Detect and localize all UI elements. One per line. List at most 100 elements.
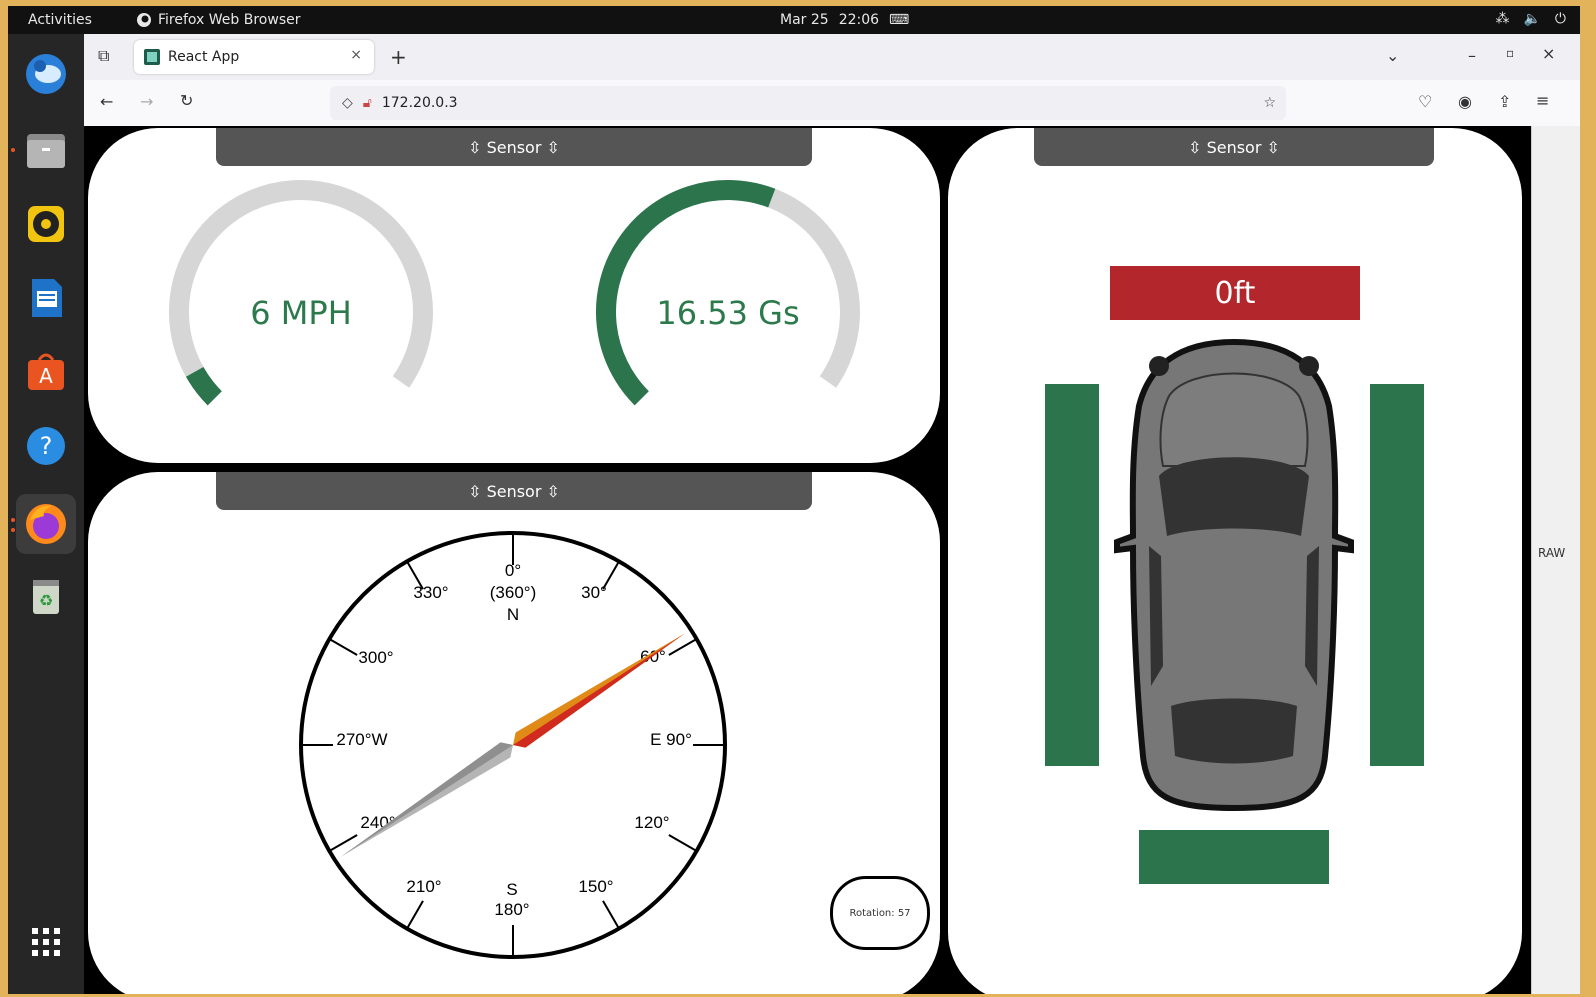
trash-icon: ♻ — [33, 580, 59, 614]
tab-overview-icon[interactable]: ⧉ — [98, 46, 109, 66]
clock[interactable]: Mar 25 22:06 ⌨ — [780, 12, 909, 28]
maximize-icon[interactable]: ▫ — [1506, 46, 1514, 60]
firefox-window: ⧉ React App × + ⌄ – ▫ × ← → ↻ ◇ 🔓︎ 172.2… — [84, 34, 1580, 994]
label-150: 150° — [578, 877, 613, 896]
speed-value: 6 MPH — [250, 294, 352, 332]
software-icon: A — [28, 353, 64, 390]
car-windshield — [1159, 457, 1309, 536]
car-right-headlight — [1299, 356, 1319, 376]
forward-icon[interactable]: → — [140, 92, 153, 111]
extensions-icon[interactable]: ⇪ — [1498, 92, 1511, 111]
label-n: N — [507, 605, 519, 624]
label-e90: E 90° — [650, 730, 692, 749]
pocket-icon[interactable]: ♡ — [1418, 92, 1432, 111]
needle-south-shade — [341, 742, 513, 857]
raw-side-tab[interactable]: RAW — [1531, 126, 1580, 994]
compass-tick — [328, 638, 358, 656]
tab-react-app[interactable]: React App × — [134, 40, 374, 74]
car-hood — [1159, 372, 1309, 467]
car-right-window — [1305, 546, 1319, 686]
app-menu[interactable]: Firefox Web Browser — [136, 12, 301, 28]
label-30: 30° — [581, 583, 607, 602]
label-330: 330° — [413, 583, 448, 602]
compass-tick — [602, 900, 620, 930]
account-icon[interactable]: ◉ — [1458, 92, 1472, 111]
writer-icon — [32, 279, 62, 317]
car-top-view — [1114, 338, 1354, 812]
activities-button[interactable]: Activities — [28, 12, 92, 28]
label-360: (360°) — [490, 583, 536, 602]
dock-writer[interactable] — [22, 274, 70, 322]
desktop: Activities Firefox Web Browser Mar 25 22… — [8, 6, 1580, 994]
left-sensor-bar — [1045, 384, 1099, 766]
dashboard-page: ⇳ Sensor ⇳ 6 MPH 16.53 Gs ⇳ Sensor ⇳ 0° … — [84, 126, 1580, 994]
label-0: 0° — [505, 561, 521, 580]
label-s: S — [506, 880, 517, 899]
app-grid-icon — [32, 928, 60, 956]
sensor-dropdown[interactable]: ⇳ Sensor ⇳ — [1034, 128, 1434, 166]
menu-icon[interactable]: ≡ — [1536, 91, 1549, 110]
running-indicator — [11, 528, 15, 532]
clock-date: Mar 25 — [780, 12, 829, 28]
tab-close-icon[interactable]: × — [350, 47, 362, 63]
raw-label: RAW — [1538, 546, 1566, 560]
dock-help[interactable]: ? — [22, 422, 70, 470]
compass-panel: ⇳ Sensor ⇳ 0° (360°) N 30° 60° E 90° 120… — [88, 472, 940, 994]
app-name-label: Firefox Web Browser — [158, 12, 301, 28]
rhythmbox-icon — [28, 206, 64, 242]
compass-tick — [406, 900, 424, 930]
right-sensor-bar — [1370, 384, 1424, 766]
dock-thunderbird[interactable] — [22, 50, 70, 98]
network-icon: ⁂ — [1495, 11, 1510, 27]
label-210: 210° — [406, 877, 441, 896]
dock-software[interactable]: A — [22, 348, 70, 396]
dock-rhythmbox[interactable] — [22, 200, 70, 248]
nav-bar: ← → ↻ ◇ 🔓︎ 172.20.0.3 ☆ ♡ ◉ ⇪ ≡ — [84, 80, 1580, 127]
react-favicon-icon — [144, 49, 160, 65]
url-text[interactable]: 172.20.0.3 — [382, 95, 458, 111]
label-60: 60° — [640, 647, 666, 666]
thunderbird-icon — [26, 54, 66, 94]
gnome-top-bar: Activities Firefox Web Browser Mar 25 22… — [8, 6, 1580, 34]
speed-gauge-fill — [186, 366, 223, 406]
dock-firefox[interactable] — [16, 494, 76, 554]
rotation-readout: Rotation: 57 — [830, 876, 930, 950]
new-tab-icon[interactable]: + — [390, 45, 407, 69]
dock-trash[interactable]: ♻ — [22, 572, 70, 620]
gauges-panel: ⇳ Sensor ⇳ 6 MPH 16.53 Gs — [88, 128, 940, 463]
running-indicator — [11, 148, 15, 152]
svg-text:?: ? — [40, 432, 53, 460]
car-left-window — [1149, 546, 1163, 686]
label-300: 300° — [358, 648, 393, 667]
notification-icon: ⌨ — [889, 12, 910, 28]
distance-readout: 0ft — [1110, 266, 1360, 320]
power-icon: ⏻ — [1554, 11, 1566, 27]
svg-text:♻: ♻ — [39, 591, 53, 610]
tab-bar: ⧉ React App × + ⌄ – ▫ × — [84, 34, 1580, 80]
dock-show-apps[interactable] — [22, 918, 70, 966]
url-bar[interactable]: ◇ 🔓︎ 172.20.0.3 ☆ — [330, 86, 1286, 120]
gforce-value: 16.53 Gs — [656, 294, 800, 332]
compass-svg: 0° (360°) N 30° 60° E 90° 120° 150° S 18… — [299, 531, 727, 959]
bookmark-star-icon[interactable]: ☆ — [1263, 95, 1276, 111]
minimize-icon[interactable]: – — [1468, 46, 1476, 65]
tracking-shield-icon[interactable]: ◇ — [342, 95, 353, 111]
tab-title: React App — [168, 49, 240, 65]
label-180: 180° — [494, 900, 529, 919]
volume-icon: 🔈 — [1523, 11, 1541, 27]
running-indicator — [11, 518, 15, 522]
list-tabs-icon[interactable]: ⌄ — [1386, 46, 1399, 65]
dock: A ? ♻ — [8, 34, 84, 994]
label-120: 120° — [634, 813, 669, 832]
clock-time: 22:06 — [838, 12, 880, 28]
dock-files[interactable] — [22, 126, 70, 174]
label-270w: 270°W — [336, 730, 387, 749]
firefox-icon — [26, 504, 66, 544]
close-window-icon[interactable]: × — [1542, 44, 1555, 63]
reload-icon[interactable]: ↻ — [180, 91, 193, 110]
back-icon[interactable]: ← — [100, 92, 113, 111]
insecure-lock-icon[interactable]: 🔓︎ — [363, 95, 372, 111]
system-tray[interactable]: ⁂ 🔈 ⏻ — [1495, 11, 1566, 27]
car-left-headlight — [1149, 356, 1169, 376]
car-rear-window — [1171, 698, 1297, 764]
